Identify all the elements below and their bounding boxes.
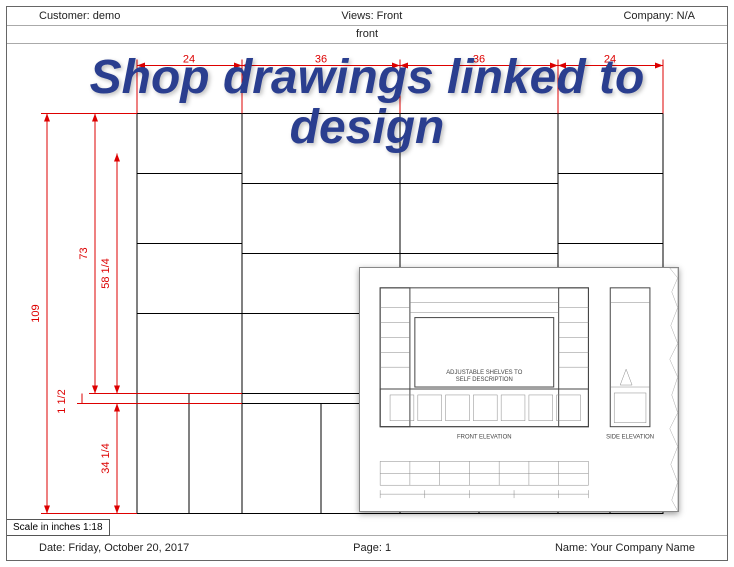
- inset-note-1: ADJUSTABLE SHELVES TO: [446, 370, 522, 376]
- dim-lower: 34 1/4: [100, 443, 112, 474]
- header-bar: Customer: demo Views: Front Company: N/A: [7, 7, 727, 26]
- dim-top-0: 24: [183, 54, 195, 66]
- footer-name: Name: Your Company Name: [555, 542, 695, 554]
- inset-label-side: SIDE ELEVATION: [606, 435, 654, 441]
- dim-top-1: 36: [315, 54, 327, 66]
- footer-bar: Date: Friday, October 20, 2017 Page: 1 N…: [7, 535, 727, 560]
- dim-height-58: 58 1/4: [100, 258, 112, 289]
- scale-label: Scale in inches 1:18: [7, 519, 110, 536]
- dim-top-3: 24: [604, 54, 616, 66]
- header-customer: Customer: demo: [39, 10, 120, 22]
- header-subview: front: [7, 26, 727, 44]
- page-frame: Customer: demo Views: Front Company: N/A…: [6, 6, 728, 561]
- inset-drawing: ADJUSTABLE SHELVES TO SELF DESCRIPTION F…: [359, 267, 679, 512]
- footer-date: Date: Friday, October 20, 2017: [39, 542, 189, 554]
- header-view: Views: Front: [341, 10, 402, 22]
- dim-gap: 1 1/2: [56, 389, 68, 413]
- dim-height-overall: 109: [30, 304, 42, 322]
- footer-page: Page: 1: [353, 542, 391, 554]
- inset-note-2: SELF DESCRIPTION: [456, 377, 513, 383]
- dim-top-2: 36: [473, 54, 485, 66]
- inset-label-front: FRONT ELEVATION: [457, 435, 511, 441]
- header-company: Company: N/A: [623, 10, 695, 22]
- dim-height-73: 73: [78, 247, 90, 259]
